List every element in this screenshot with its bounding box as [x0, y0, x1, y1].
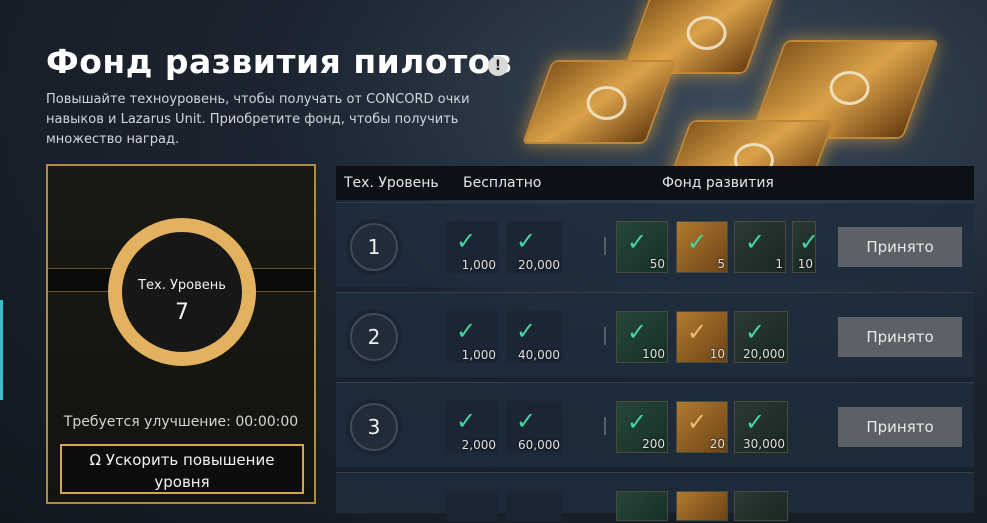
omega-icon: Ω	[89, 451, 102, 469]
gold-crate-icon: ✓	[687, 318, 708, 346]
row-level: 2	[350, 313, 398, 361]
page-title: Фонд развития пилотов	[46, 42, 513, 81]
free-reward-item[interactable]	[506, 491, 562, 521]
fund-reward-item[interactable]: ✓ 50	[616, 221, 668, 273]
fund-reward-item[interactable]: ✓ 100	[616, 311, 668, 363]
fund-reward-item[interactable]	[676, 491, 728, 521]
tech-level-label: Тех. Уровень	[138, 278, 226, 293]
row-level: 1	[350, 223, 398, 271]
item-count: 60,000	[518, 438, 560, 452]
fund-reward-item[interactable]: ✓ 10	[676, 311, 728, 363]
table-header: Тех. Уровень Бесплатно Фонд развития	[336, 166, 974, 200]
skill-injector-icon: ✓	[456, 407, 477, 435]
fund-reward-item[interactable]: ✓ 20	[676, 401, 728, 453]
free-reward-item[interactable]: ✓ 20,000	[506, 221, 562, 273]
item-count: 2,000	[461, 438, 496, 452]
fund-reward-item[interactable]: ✓ 5	[676, 221, 728, 273]
fund-reward-item[interactable]	[616, 491, 668, 521]
gold-crate-icon: ✓	[687, 228, 708, 256]
tech-level-ring: Тех. Уровень 7	[108, 218, 256, 366]
item-count: 20	[709, 437, 725, 451]
fund-reward-item[interactable]: ✓ 30,000	[734, 401, 788, 453]
column-free: Бесплатно	[463, 175, 542, 191]
column-fund: Фонд развития	[662, 175, 774, 191]
lazarus-unit-icon: ✓	[516, 407, 537, 435]
divider	[604, 417, 606, 435]
skill-crate-icon: ✓	[627, 228, 648, 256]
skill-injector-icon: ✓	[456, 317, 477, 345]
skill-injector-icon: ✓	[799, 228, 815, 256]
speed-up-label: Ускорить повышение уровня	[105, 451, 275, 491]
fund-reward-item[interactable]: ✓ 200	[616, 401, 668, 453]
table-row: 1 ✓ 1,000 ✓ 20,000 ✓ 50 ✓ 5 ✓ 1 ✓ 10 При…	[336, 202, 974, 287]
free-reward-item[interactable]: ✓ 40,000	[506, 311, 562, 363]
skill-crate-icon: ✓	[627, 318, 648, 346]
divider	[604, 237, 606, 255]
row-level: 3	[350, 403, 398, 451]
skill-injector-icon: ✓	[456, 227, 477, 255]
item-count: 40,000	[518, 348, 560, 362]
tech-level-value: 7	[175, 300, 189, 325]
page-subtitle: Повышайте техноуровень, чтобы получать о…	[46, 92, 470, 147]
accept-button[interactable]: Принято	[838, 317, 962, 357]
lazarus-unit-icon: ✓	[745, 408, 766, 436]
gold-crate-icon: ✓	[687, 408, 708, 436]
skill-crate-icon: ✓	[627, 408, 648, 436]
free-reward-item[interactable]: ✓ 2,000	[446, 401, 498, 453]
left-edge-accent	[0, 300, 3, 400]
lazarus-unit-icon: ✓	[745, 318, 766, 346]
accept-button[interactable]: Принято	[838, 227, 962, 267]
item-count: 100	[642, 347, 665, 361]
fund-reward-item[interactable]: ✓ 1	[734, 221, 786, 273]
speed-up-button[interactable]: Ω Ускорить повышение уровня	[60, 444, 304, 494]
accept-button[interactable]: Принято	[838, 407, 962, 447]
item-count: 10	[709, 347, 725, 361]
item-count: 10	[797, 257, 813, 271]
item-count: 1	[775, 257, 783, 271]
item-count: 20,000	[518, 258, 560, 272]
info-icon[interactable]: !	[488, 56, 508, 76]
item-count: 20,000	[743, 347, 785, 361]
upgrade-timer: Требуется улучшение: 00:00:00	[63, 414, 299, 430]
item-count: 5	[717, 257, 725, 271]
fund-reward-item[interactable]: ✓ 10	[792, 221, 816, 273]
item-count: 200	[642, 437, 665, 451]
item-count: 1,000	[461, 258, 496, 272]
item-count: 1,000	[461, 348, 496, 362]
free-reward-item[interactable]	[446, 491, 498, 521]
fund-reward-item[interactable]: ✓ 20,000	[734, 311, 788, 363]
skill-injector-icon: ✓	[745, 228, 766, 256]
tech-level-panel: Тех. Уровень 7 Требуется улучшение: 00:0…	[46, 164, 316, 504]
lazarus-unit-icon: ✓	[516, 227, 537, 255]
item-count: 50	[649, 257, 665, 271]
free-reward-item[interactable]: ✓ 1,000	[446, 221, 498, 273]
table-row: 2 ✓ 1,000 ✓ 40,000 ✓ 100 ✓ 10 ✓ 20,000 П…	[336, 292, 974, 377]
free-reward-item[interactable]: ✓ 60,000	[506, 401, 562, 453]
item-count: 30,000	[743, 437, 785, 451]
fund-reward-item[interactable]	[734, 491, 788, 521]
divider	[604, 327, 606, 345]
lazarus-unit-icon: ✓	[516, 317, 537, 345]
table-row: 3 ✓ 2,000 ✓ 60,000 ✓ 200 ✓ 20 ✓ 30,000 П…	[336, 382, 974, 467]
table-row	[336, 472, 974, 521]
column-tech-level: Тех. Уровень	[344, 175, 439, 191]
free-reward-item[interactable]: ✓ 1,000	[446, 311, 498, 363]
